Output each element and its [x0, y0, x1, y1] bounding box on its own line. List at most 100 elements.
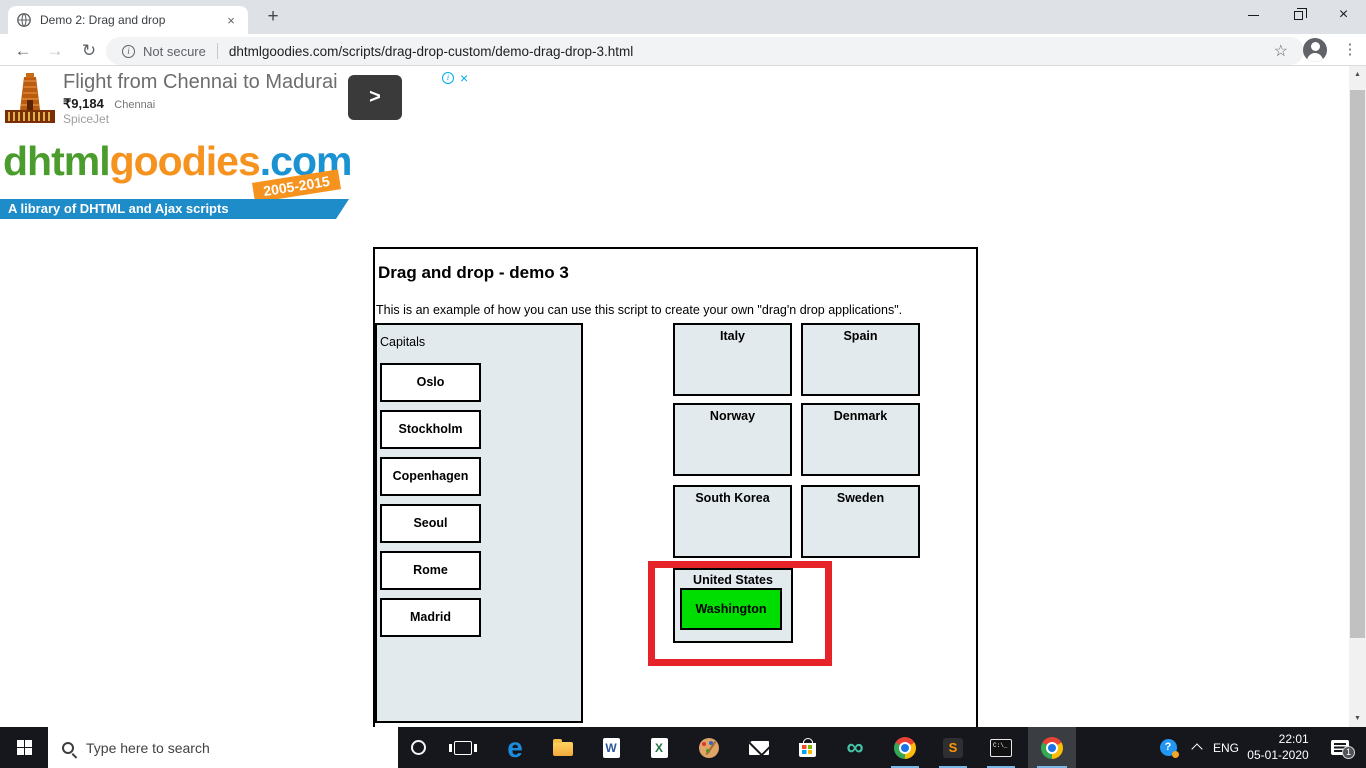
clock-time: 22:01	[1278, 731, 1309, 746]
excel-icon: X	[650, 737, 668, 758]
logo-word-goodies: goodies	[109, 138, 261, 184]
infinity-app-button[interactable]: ∞	[832, 727, 878, 768]
notification-badge: 1	[1342, 746, 1355, 759]
address-bar[interactable]: i Not secure dhtmlgoodies.com/scripts/dr…	[106, 37, 1304, 65]
tab-favicon-globe-icon	[16, 12, 32, 28]
drop-target-spain[interactable]: Spain	[801, 323, 920, 396]
ad-price: ₹9,184	[63, 96, 104, 111]
task-view-button[interactable]	[440, 727, 486, 768]
url-text[interactable]: dhtmlgoodies.com/scripts/drag-drop-custo…	[229, 44, 633, 59]
start-button[interactable]	[0, 727, 48, 768]
browser-menu-icon[interactable]: ⋮	[1338, 38, 1362, 62]
browser-tab[interactable]: Demo 2: Drag and drop ×	[8, 6, 248, 34]
ad-close-icon[interactable]: ×	[460, 71, 468, 85]
drag-item-seoul[interactable]: Seoul	[380, 504, 481, 543]
chrome-active-icon	[1041, 736, 1063, 759]
capitals-label: Capitals	[380, 335, 426, 349]
ad-headline[interactable]: Flight from Chennai to Madurai	[63, 71, 338, 94]
logo-word-dhtml: dhtml	[3, 138, 111, 184]
search-placeholder: Type here to search	[86, 739, 210, 756]
cortana-icon	[410, 740, 426, 755]
browser-tab-strip: Demo 2: Drag and drop × + ×	[0, 0, 1366, 34]
profile-avatar[interactable]	[1303, 38, 1327, 62]
window-minimize-button[interactable]	[1231, 0, 1276, 30]
adchoices-info-icon[interactable]: i	[442, 72, 454, 84]
language-label: ENG	[1212, 740, 1239, 755]
ad-advertiser: SpiceJet	[63, 112, 110, 126]
new-tab-button[interactable]: +	[260, 4, 286, 30]
action-center-button[interactable]: 1	[1320, 727, 1360, 768]
command-prompt-button[interactable]: C:\_	[978, 727, 1024, 768]
sublime-text-icon: S	[943, 737, 963, 758]
tab-close-icon[interactable]: ×	[222, 13, 240, 28]
sublime-text-button[interactable]: S	[930, 727, 976, 768]
back-icon[interactable]: ←	[10, 38, 36, 64]
drag-item-rome[interactable]: Rome	[380, 551, 481, 590]
drop-target-sweden[interactable]: Sweden	[801, 485, 920, 558]
word-button[interactable]: W	[588, 727, 634, 768]
drag-item-stockholm[interactable]: Stockholm	[380, 410, 481, 449]
windows-logo-icon	[16, 740, 32, 755]
page-info-icon[interactable]: i	[122, 44, 135, 58]
tray-language-button[interactable]: ENG	[1210, 727, 1242, 768]
drop-target-italy[interactable]: Italy	[673, 323, 792, 396]
omnibox-divider	[216, 43, 218, 59]
edge-icon: e	[507, 731, 523, 763]
page-scrollbar[interactable]: ▲ ▼	[1349, 66, 1366, 727]
help-icon: ?	[1159, 739, 1179, 758]
mail-button[interactable]	[736, 727, 782, 768]
tray-show-hidden-icons[interactable]	[1184, 727, 1210, 768]
logo-tagline-fold	[336, 199, 349, 219]
drag-item-madrid[interactable]: Madrid	[380, 598, 481, 637]
clock-date: 05-01-2020	[1247, 747, 1309, 762]
ad-subtitle: Chennai	[114, 99, 156, 111]
infinity-icon: ∞	[846, 733, 864, 761]
task-view-icon	[449, 740, 477, 755]
tray-clock[interactable]: 22:01 05-01-2020	[1242, 727, 1314, 768]
store-button[interactable]	[784, 727, 830, 768]
search-icon	[62, 741, 74, 754]
ad-price-row: ₹9,184 Chennai	[63, 95, 155, 113]
screen: Demo 2: Drag and drop × + × ← → ↻ i Not …	[0, 0, 1366, 768]
logo-tagline: A library of DHTML and Ajax scripts	[0, 199, 336, 219]
edge-button[interactable]: e	[492, 727, 538, 768]
security-label: Not secure	[143, 43, 206, 59]
tab-title: Demo 2: Drag and drop	[40, 13, 166, 27]
chrome-icon	[894, 736, 916, 759]
capitals-panel: Capitals Oslo Stockholm Copenhagen Seoul…	[375, 323, 583, 723]
drop-target-denmark[interactable]: Denmark	[801, 403, 920, 476]
annotation-highlight-box	[648, 561, 832, 666]
ad-temple-image[interactable]	[0, 70, 60, 130]
window-close-button[interactable]: ×	[1321, 0, 1366, 30]
web-page: Flight from Chennai to Madurai ₹9,184 Ch…	[0, 66, 1349, 767]
scrollbar-thumb[interactable]	[1350, 90, 1365, 638]
windows-taskbar: Type here to search e W X ∞ S C:\_ ? ENG…	[0, 727, 1366, 768]
ad-next-button[interactable]: >	[348, 75, 402, 120]
scroll-up-icon[interactable]: ▲	[1349, 66, 1366, 83]
taskbar-search-box[interactable]: Type here to search	[48, 727, 398, 768]
drag-item-copenhagen[interactable]: Copenhagen	[380, 457, 481, 496]
store-tiles	[802, 745, 812, 754]
tray-help-button[interactable]: ?	[1152, 727, 1184, 768]
demo-container: Drag and drop - demo 3 This is an exampl…	[373, 247, 978, 767]
file-explorer-button[interactable]	[540, 727, 586, 768]
demo-description: This is an example of how you can use th…	[376, 303, 903, 317]
drop-target-south-korea[interactable]: South Korea	[673, 485, 792, 558]
command-prompt-icon: C:\_	[990, 738, 1012, 757]
chrome-button[interactable]	[882, 727, 928, 768]
bookmark-star-icon[interactable]: ☆	[1274, 41, 1288, 61]
forward-icon[interactable]: →	[42, 38, 68, 64]
scroll-down-icon[interactable]: ▼	[1349, 710, 1366, 727]
paint-button[interactable]	[686, 727, 732, 768]
drag-item-oslo[interactable]: Oslo	[380, 363, 481, 402]
reload-icon[interactable]: ↻	[76, 38, 102, 64]
paint-icon	[699, 737, 719, 758]
window-restore-button[interactable]	[1276, 0, 1321, 30]
drop-target-norway[interactable]: Norway	[673, 403, 792, 476]
cortana-button[interactable]	[398, 727, 438, 768]
store-icon	[798, 737, 816, 757]
word-icon: W	[602, 737, 620, 758]
window-controls: ×	[1231, 0, 1366, 30]
excel-button[interactable]: X	[636, 727, 682, 768]
chrome-active-button[interactable]	[1028, 727, 1076, 768]
